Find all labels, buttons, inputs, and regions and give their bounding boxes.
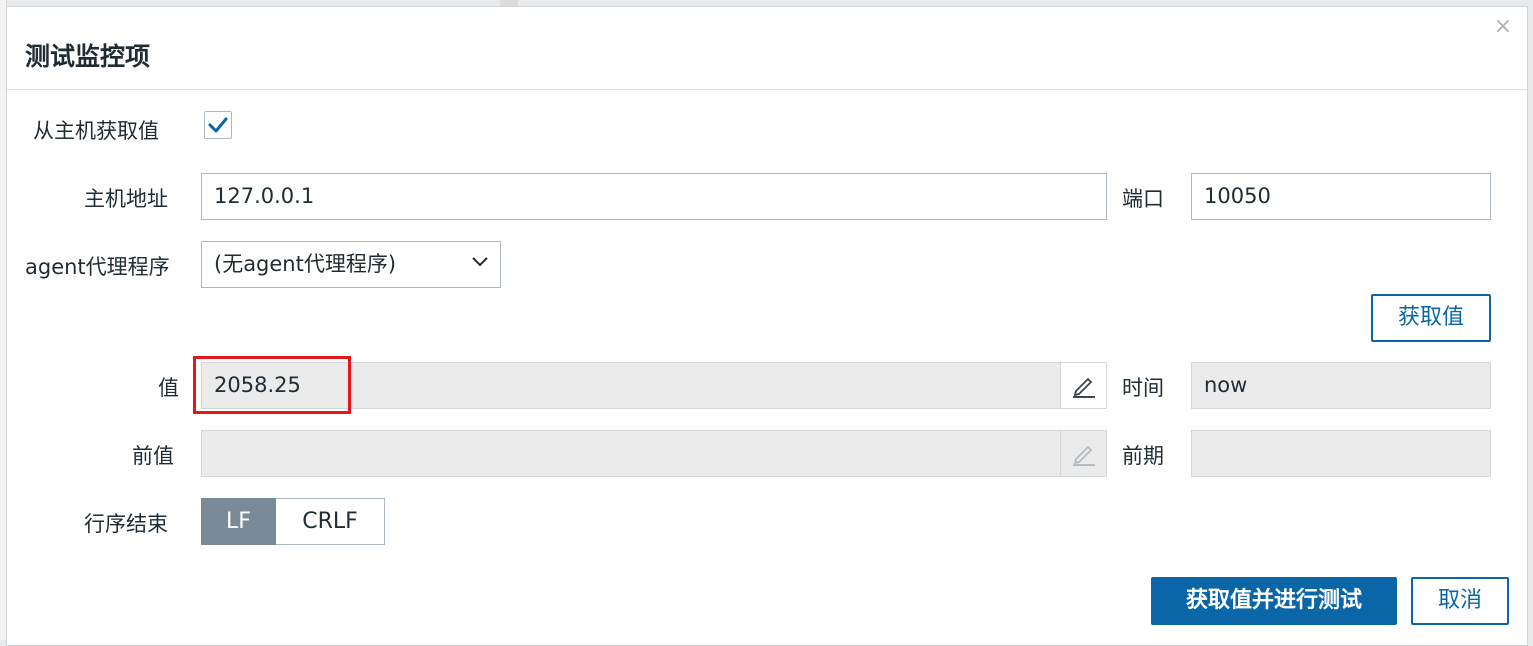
eol-label: 行序结束 [84, 512, 168, 536]
time-field: now [1191, 362, 1491, 409]
edit-prev-value-button [1060, 431, 1106, 476]
pencil-icon [1073, 445, 1095, 466]
port-input[interactable]: 10050 [1191, 173, 1491, 220]
time-label: 时间 [1122, 376, 1164, 400]
get-from-host-label: 从主机获取值 [33, 119, 159, 143]
get-from-host-checkbox[interactable] [204, 111, 232, 139]
value-text: 2058.25 [214, 373, 301, 397]
host-address-label: 主机地址 [84, 187, 168, 211]
get-value-and-test-button[interactable]: 获取值并进行测试 [1151, 577, 1397, 625]
cancel-button[interactable]: 取消 [1411, 577, 1509, 625]
close-icon[interactable]: × [1493, 16, 1513, 38]
proxy-select[interactable]: (无agent代理程序) [201, 241, 501, 288]
host-address-input[interactable]: 127.0.0.1 [201, 173, 1107, 220]
prev-time-field [1191, 430, 1491, 477]
prev-value-field [201, 430, 1107, 477]
prev-value-label: 前值 [132, 444, 174, 468]
checkmark-icon [208, 117, 228, 133]
proxy-label: agent代理程序 [25, 255, 170, 279]
pencil-icon [1073, 377, 1095, 398]
prev-time-label: 前期 [1122, 444, 1164, 468]
port-label: 端口 [1122, 187, 1164, 211]
get-value-button[interactable]: 获取值 [1371, 294, 1491, 342]
eol-option-crlf[interactable]: CRLF [276, 498, 385, 545]
eol-segmented-control: LF CRLF [201, 498, 385, 545]
title-divider [7, 89, 1527, 90]
chevron-down-icon [472, 257, 488, 267]
dialog-title: 测试监控项 [25, 42, 151, 71]
eol-option-lf[interactable]: LF [201, 498, 276, 545]
edit-value-button[interactable] [1060, 363, 1106, 408]
value-field[interactable]: 2058.25 [201, 362, 1107, 409]
value-label: 值 [158, 376, 179, 400]
proxy-selected-value: (无agent代理程序) [214, 252, 397, 276]
test-item-dialog: 测试监控项 × 从主机获取值 主机地址 127.0.0.1 端口 10050 a… [6, 6, 1528, 646]
